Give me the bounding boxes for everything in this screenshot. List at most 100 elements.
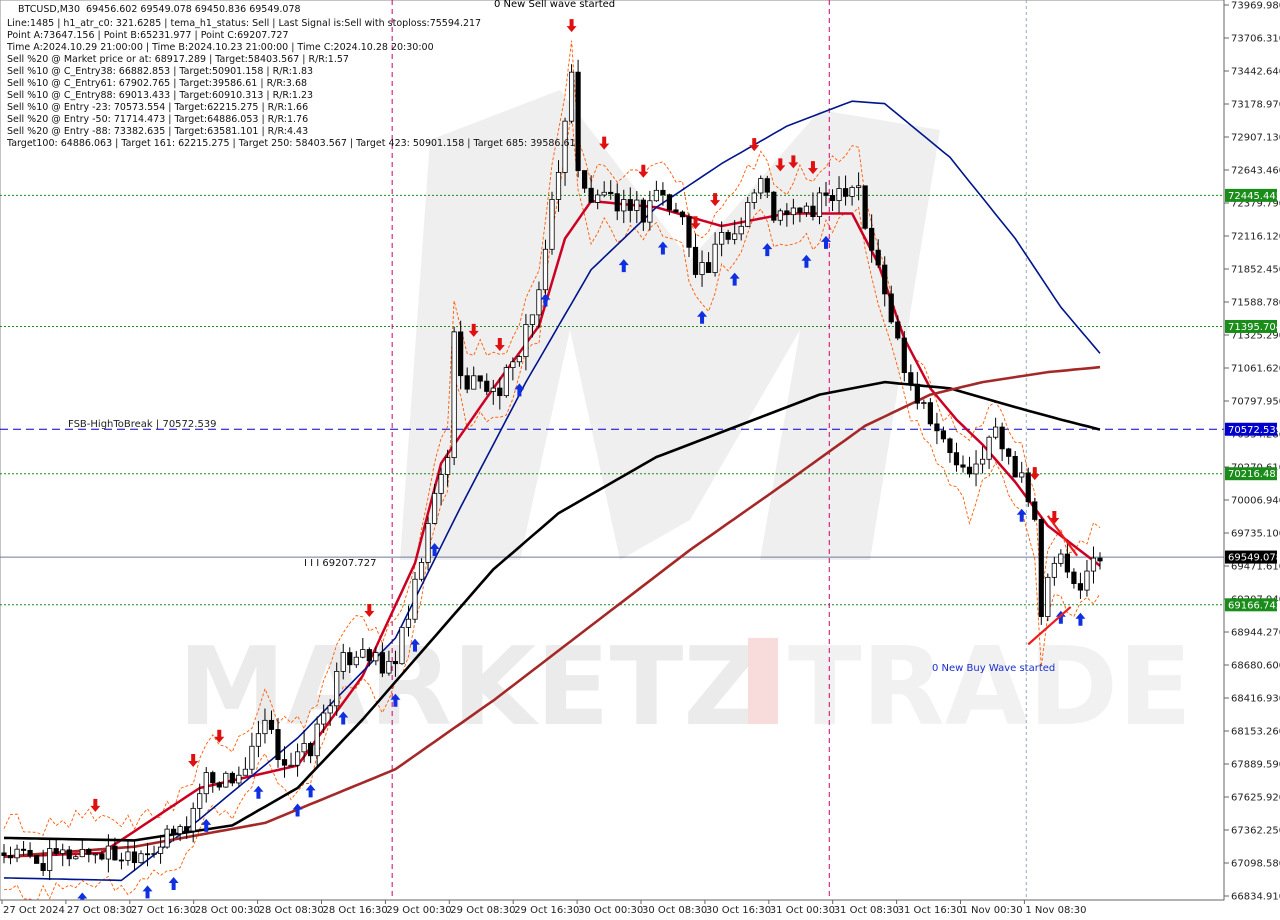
candle-body [523,324,529,357]
candle-body [810,205,816,218]
candle-body [471,375,477,390]
candle-body [634,199,640,211]
sell-wave-label: 0 New Sell wave started [494,0,615,10]
level-tag-label: 69166.742 [1228,600,1280,611]
candle-body [1064,553,1070,573]
candle-body [60,849,66,854]
candle-body [647,200,653,223]
candle-body [281,759,288,766]
candle-body [445,457,451,475]
candle-body [862,185,868,229]
y-tick-label: 69735.100 [1231,529,1280,540]
candle-body [1,852,7,856]
candle-body [1090,557,1097,572]
info-line: Line:1485 | h1_atr_c0: 321.6285 | tema_h… [7,18,481,29]
x-tick-label: 1 Nov 08:30 [1025,905,1086,916]
candle-body [849,187,855,197]
candle-body [1012,456,1018,478]
candle-body [7,855,14,859]
candle-body [895,321,901,339]
candle-body [738,225,744,235]
candle-body [529,314,536,325]
candle-body [549,199,555,250]
candle-body [86,848,92,855]
y-tick-label: 67889.590 [1231,760,1280,771]
candle-body [79,848,85,858]
candle-body [340,652,346,672]
candle-body [412,578,418,620]
candle-body [138,853,144,864]
info-line: Time A:2024.10.29 21:00:00 | Time B:2024… [6,42,434,53]
x-tick-label: 27 Oct 16:30 [131,905,196,916]
candle-body [171,828,177,835]
candle-body [131,851,138,864]
candle-body [392,660,399,665]
candle-body [464,375,470,390]
x-tick-label: 27 Oct 08:30 [67,905,132,916]
info-line: Target100: 64886.063 | Target 161: 62215… [6,138,576,149]
candle-body [888,293,894,323]
candle-body [308,743,314,757]
candle-body [823,192,829,196]
candle-body [210,772,216,784]
candle-body [405,618,412,628]
candle-body [1038,519,1044,617]
candle-body [53,848,59,854]
time-axis: 27 Oct 2024 27 Oct 08:3027 Oct 16:3028 Oc… [0,899,1224,916]
buy-wave-label: 0 New Buy Wave started [932,663,1055,674]
candle-body [536,289,542,316]
candle-body [151,853,157,855]
current-price-label: 69549.078 [1228,553,1280,564]
candle-body [1019,472,1025,478]
watermark-bar [748,638,778,724]
candle-body [268,719,275,730]
y-tick-label: 66834.910 [1231,892,1280,903]
candle-body [458,331,464,377]
info-line: Sell %20 @ Entry -50: 71714.473 | Target… [7,114,308,125]
info-line: Sell %10 @ C_Entry88: 69013.433 | Target… [7,90,313,101]
candle-body [236,774,242,784]
candle-body [588,187,594,203]
candle-body [125,851,131,861]
candle-body [451,331,457,459]
candle-body [679,211,686,218]
candle-body [294,751,301,766]
candle-body [927,402,933,425]
candle-body [934,423,940,432]
y-tick-label: 73178.970 [1231,100,1280,111]
candle-body [1058,553,1064,564]
x-tick-label: 29 Oct 08:30 [450,905,515,916]
candle-body [105,845,111,860]
candle-body [484,380,490,392]
candle-body [960,464,966,468]
candle-body [764,178,770,193]
candle-body [118,859,125,862]
candle-body [953,452,960,466]
candle-body [712,243,718,273]
candle-body [516,356,522,363]
candle-body [601,191,607,196]
ohlc: 69456.602 69549.078 69450.836 69549.078 [86,4,301,15]
y-tick-label: 70797.950 [1231,397,1280,408]
candle-body [882,264,888,295]
y-tick-label: 68944.270 [1231,628,1280,639]
candle-body [197,793,203,809]
x-tick-label: 31 Oct 16:30 [898,905,963,916]
candle-body [758,178,764,194]
candle-body [666,194,673,211]
level-tag-label: 71395.704 [1228,322,1280,333]
candle-body [510,361,516,368]
candle-body [621,199,627,212]
level-tag-label: 70572.539 [1228,425,1280,436]
candle-body [184,826,190,832]
candle-body [1032,501,1038,520]
x-tick-label: 30 Oct 16:30 [706,905,771,916]
info-line: Sell %10 @ C_Entry38: 66882.853 | Target… [7,66,313,77]
candle-body [914,383,920,404]
y-tick-label: 72907.130 [1231,133,1280,144]
x-tick-label: 28 Oct 08:30 [259,905,324,916]
point-c-label: I I I 69207.727 [304,558,376,569]
candle-body [1006,448,1012,457]
candle-body [373,652,379,662]
candle-body [497,387,503,397]
